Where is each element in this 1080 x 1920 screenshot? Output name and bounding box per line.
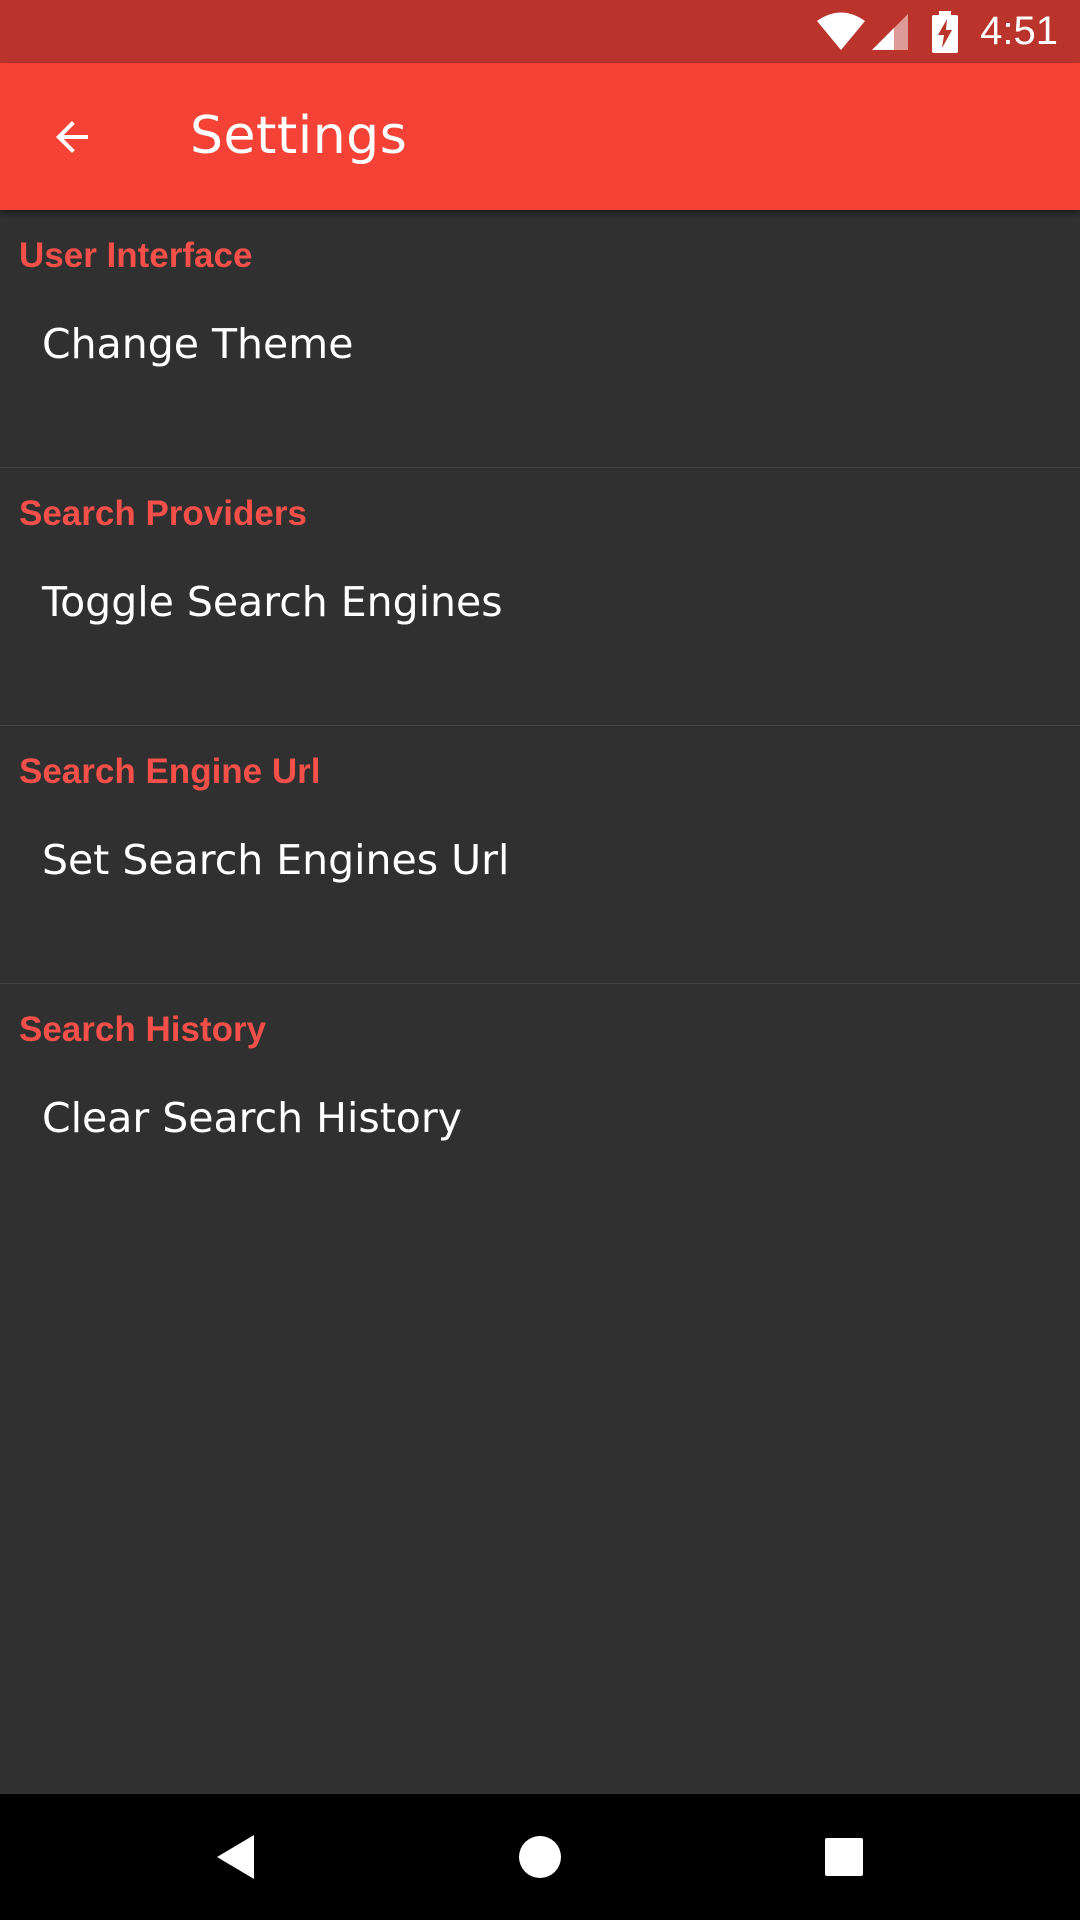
status-bar: 4:51 <box>0 0 1080 63</box>
nav-bar <box>0 1794 1080 1920</box>
section-header: Search Engine Url <box>19 752 321 791</box>
pref-set-search-engines-url[interactable]: Set Search Engines Url <box>0 816 1080 936</box>
status-icons: 4:51 <box>816 0 1058 63</box>
app-bar: Settings <box>0 63 1080 210</box>
section-search-providers: Search Providers Toggle Search Engines <box>0 468 1080 726</box>
pref-clear-search-history[interactable]: Clear Search History <box>0 1074 1080 1194</box>
section-header: User Interface <box>19 236 253 275</box>
nav-back-button[interactable] <box>171 1794 301 1920</box>
section-user-interface: User Interface Change Theme <box>0 210 1080 468</box>
pref-title: Set Search Engines Url <box>42 836 510 884</box>
pref-change-theme[interactable]: Change Theme <box>0 300 1080 420</box>
section-search-engine-url: Search Engine Url Set Search Engines Url <box>0 726 1080 984</box>
settings-screen: 4:51 Settings User Interface Change Them… <box>0 0 1080 1920</box>
pref-toggle-search-engines[interactable]: Toggle Search Engines <box>0 558 1080 678</box>
settings-list: User Interface Change Theme Search Provi… <box>0 210 1080 1241</box>
back-button[interactable] <box>30 99 114 175</box>
nav-recents-button[interactable] <box>779 1794 909 1920</box>
pref-title: Toggle Search Engines <box>42 578 503 626</box>
nav-home-icon <box>519 1836 561 1878</box>
page-title: Settings <box>190 106 408 166</box>
arrow-back-icon <box>56 121 88 153</box>
pref-title: Change Theme <box>42 320 354 368</box>
section-header: Search History <box>19 1010 267 1049</box>
battery-charging-icon <box>932 10 959 53</box>
status-time: 4:51 <box>980 9 1058 53</box>
signal-icon <box>872 13 909 50</box>
nav-home-button[interactable] <box>475 1794 605 1920</box>
nav-recents-icon <box>825 1838 863 1876</box>
nav-back-icon <box>217 1835 254 1879</box>
section-header: Search Providers <box>19 494 307 533</box>
section-search-history: Search History Clear Search History <box>0 984 1080 1241</box>
wifi-icon <box>817 12 866 50</box>
pref-title: Clear Search History <box>42 1094 463 1142</box>
